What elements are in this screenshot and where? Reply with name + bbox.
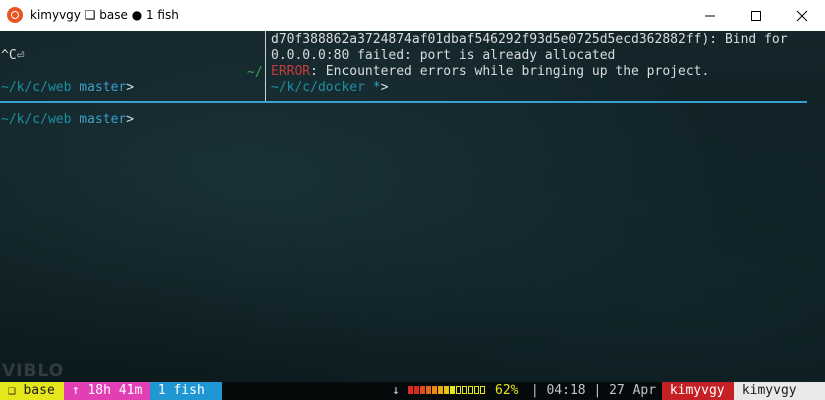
prompt-branch: * [372, 80, 381, 95]
clock-segment: | 04:18 | 27 Apr [523, 382, 656, 400]
minimize-icon [705, 15, 715, 17]
prompt-symbol: > [126, 80, 135, 95]
window-segment[interactable]: 1 fish [150, 382, 222, 400]
prompt-symbol: > [126, 112, 135, 127]
user-label: kimyvgy [669, 383, 725, 398]
left-pane-prompt: ~/k/c/web master> [1, 79, 134, 97]
maximize-icon [751, 11, 761, 21]
terminal-area[interactable]: ^C⏎ ~/ ~/k/c/web master> d70f388862a3724… [0, 31, 825, 400]
host-segment: kimyvgy [734, 382, 825, 400]
prompt-path: ~/k/c/web [1, 80, 72, 95]
time-label: 04:18 [546, 383, 586, 398]
session-segment[interactable]: ❑ base [0, 382, 64, 400]
prompt-symbol: > [380, 80, 389, 95]
host-label: kimyvgy [741, 383, 797, 398]
error-message: : Encountered errors while bringing up t… [310, 64, 710, 79]
window-label: 1 fish [157, 383, 205, 398]
battery-percent: 62% [495, 383, 519, 398]
separator: | [530, 383, 539, 398]
pane-divider-horizontal[interactable] [0, 101, 807, 103]
session-label: ❑ base [7, 383, 55, 398]
left-pane-marker: ~/ [247, 65, 263, 80]
watermark-logo: VIBLO [2, 361, 65, 381]
prompt-branch: master [79, 112, 127, 127]
prompt-branch: master [79, 80, 127, 95]
minimize-button[interactable] [687, 0, 733, 31]
pane-divider-vertical[interactable] [265, 31, 266, 103]
prompt-path: ~/k/c/docker [271, 80, 365, 95]
title-bar: kimyvgy ❑ base ● 1 fish [0, 0, 825, 32]
uptime-segment: ↑ 18h 41m [64, 382, 150, 400]
error-label: ERROR [271, 64, 311, 79]
ubuntu-icon [7, 7, 23, 23]
window-title: kimyvgy ❑ base ● 1 fish [30, 8, 179, 22]
prompt-path: ~/k/c/web [1, 112, 72, 127]
uptime-label: ↑ 18h 41m [71, 383, 143, 398]
separator: | [593, 383, 602, 398]
bottom-pane-prompt[interactable]: ~/k/c/web master> [1, 111, 134, 129]
date-label: 27 Apr [609, 383, 657, 398]
close-icon [796, 10, 808, 22]
scrollbar[interactable] [807, 31, 825, 382]
maximize-button[interactable] [733, 0, 779, 31]
right-pane-prompt: ~/k/c/docker *> [271, 79, 388, 97]
battery-arrow: ↓ [392, 383, 400, 398]
close-button[interactable] [779, 0, 825, 31]
interrupt-text: ^C⏎ [1, 48, 25, 63]
user-segment: kimyvgy [662, 382, 734, 400]
tmux-status-bar: ❑ base ↑ 18h 41m 1 fish ↓ 62% | 04:18 | … [0, 382, 825, 400]
